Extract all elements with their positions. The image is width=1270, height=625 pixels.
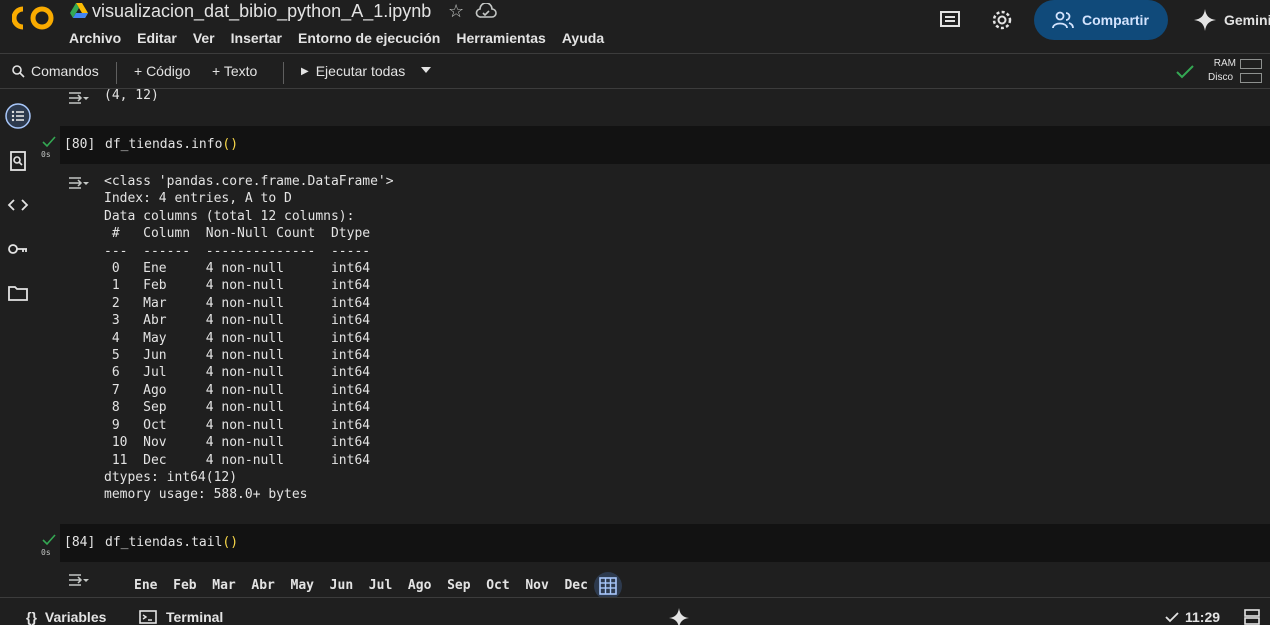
menu-editar[interactable]: Editar <box>137 30 177 46</box>
dataframe-column-headers: Ene Feb Mar Abr May Jun Jul Ago Sep Oct … <box>134 578 588 593</box>
notebook-content[interactable]: (4, 12) 0s [80] df_tiendas.info() <class… <box>36 89 1270 597</box>
connected-check-icon[interactable] <box>1176 65 1194 79</box>
executed-check-icon <box>42 136 56 148</box>
terminal-button[interactable]: Terminal <box>139 609 223 625</box>
code-cell[interactable]: [80] df_tiendas.info() <box>60 126 1270 164</box>
play-icon: ▶ <box>301 65 309 77</box>
menu-insertar[interactable]: Insertar <box>231 30 282 46</box>
code-text: df_tiendas.info <box>105 137 223 152</box>
star-icon[interactable]: ☆ <box>448 1 464 22</box>
menu-herramientas[interactable]: Herramientas <box>456 30 546 46</box>
gemini-sparkle-icon[interactable] <box>669 608 689 625</box>
disk-bar <box>1240 73 1262 83</box>
share-label: Compartir <box>1082 12 1149 28</box>
terminal-label: Terminal <box>166 609 224 625</box>
menu-bar: Archivo Editar Ver Insertar Entorno de e… <box>69 30 620 46</box>
gear-icon[interactable] <box>990 8 1014 32</box>
execution-status[interactable]: 11:29 <box>1165 609 1220 625</box>
code-snippets-icon[interactable] <box>5 192 31 218</box>
interactive-table-button[interactable] <box>594 572 622 597</box>
code-editor[interactable]: df_tiendas.info() <box>105 137 238 152</box>
drive-icon[interactable] <box>70 3 88 19</box>
toolbar-divider <box>116 62 117 84</box>
check-icon <box>1165 611 1179 622</box>
ram-bar <box>1240 59 1262 69</box>
variables-button[interactable]: {} Variables <box>26 609 106 625</box>
share-button[interactable]: Compartir <box>1034 0 1168 40</box>
ram-label: RAM <box>1213 58 1236 69</box>
previous-output: (4, 12) <box>104 89 159 103</box>
code-paren: () <box>222 535 239 550</box>
terminal-icon <box>139 610 157 624</box>
disk-label: Disco <box>1208 72 1234 83</box>
exec-count: [84] <box>64 535 96 550</box>
add-text-label: + Texto <box>212 63 258 79</box>
header: visualizacion_dat_bibio_python_A_1.ipynb… <box>0 0 1270 53</box>
run-all-label: Ejecutar todas <box>315 63 406 79</box>
cloud-saved-icon[interactable] <box>475 3 497 19</box>
menu-ayuda[interactable]: Ayuda <box>562 30 604 46</box>
add-text-button[interactable]: + Texto <box>212 63 257 79</box>
notebook-title[interactable]: visualizacion_dat_bibio_python_A_1.ipynb <box>92 1 431 22</box>
menu-entorno[interactable]: Entorno de ejecución <box>298 30 440 46</box>
cell-output: <class 'pandas.core.frame.DataFrame'> In… <box>104 174 394 503</box>
run-all-dropdown[interactable] <box>420 66 432 74</box>
find-replace-icon[interactable] <box>5 148 31 174</box>
code-cell[interactable]: [84] df_tiendas.tail() <box>60 524 1270 562</box>
people-icon <box>1052 11 1074 29</box>
status-bar: {} Variables Terminal 11:29 <box>0 597 1270 625</box>
last-run-time: 11:29 <box>1185 609 1221 625</box>
add-code-label: + Código <box>134 63 191 79</box>
gemini-sparkle-icon <box>1194 9 1216 31</box>
exec-time: 0s <box>41 150 51 159</box>
search-icon <box>12 64 25 78</box>
code-editor[interactable]: df_tiendas.tail() <box>105 535 238 550</box>
executed-check-icon <box>42 534 56 546</box>
resources-indicator[interactable]: RAM Disco <box>1208 57 1236 85</box>
output-toggle-icon[interactable] <box>68 91 90 105</box>
toolbar-divider <box>283 62 284 84</box>
exec-time: 0s <box>41 548 51 557</box>
code-paren: () <box>222 137 239 152</box>
left-rail <box>0 89 36 597</box>
commands-label: Comandos <box>31 63 99 79</box>
exec-count: [80] <box>64 137 96 152</box>
server-icon[interactable] <box>1244 609 1260 625</box>
run-all-button[interactable]: ▶ Ejecutar todas <box>301 63 405 79</box>
output-toggle-icon[interactable] <box>68 573 90 587</box>
add-code-button[interactable]: + Código <box>134 63 190 79</box>
toc-icon[interactable] <box>5 103 31 129</box>
menu-ver[interactable]: Ver <box>193 30 215 46</box>
menu-archivo[interactable]: Archivo <box>69 30 121 46</box>
table-icon <box>599 577 617 595</box>
code-text: df_tiendas.tail <box>105 535 223 550</box>
folder-icon[interactable] <box>5 280 31 306</box>
caret-down-icon <box>421 67 431 73</box>
comments-icon[interactable] <box>938 8 962 32</box>
toolbar: Comandos + Código + Texto ▶ Ejecutar tod… <box>0 53 1270 89</box>
key-icon[interactable] <box>5 236 31 262</box>
variables-label: Variables <box>44 609 107 625</box>
commands-button[interactable]: Comandos <box>12 63 99 79</box>
braces-icon: {} <box>26 609 37 625</box>
colab-logo[interactable] <box>12 5 56 31</box>
gemini-button[interactable]: Gemini <box>1194 9 1270 31</box>
gemini-label: Gemini <box>1224 12 1270 28</box>
output-toggle-icon[interactable] <box>68 176 90 190</box>
